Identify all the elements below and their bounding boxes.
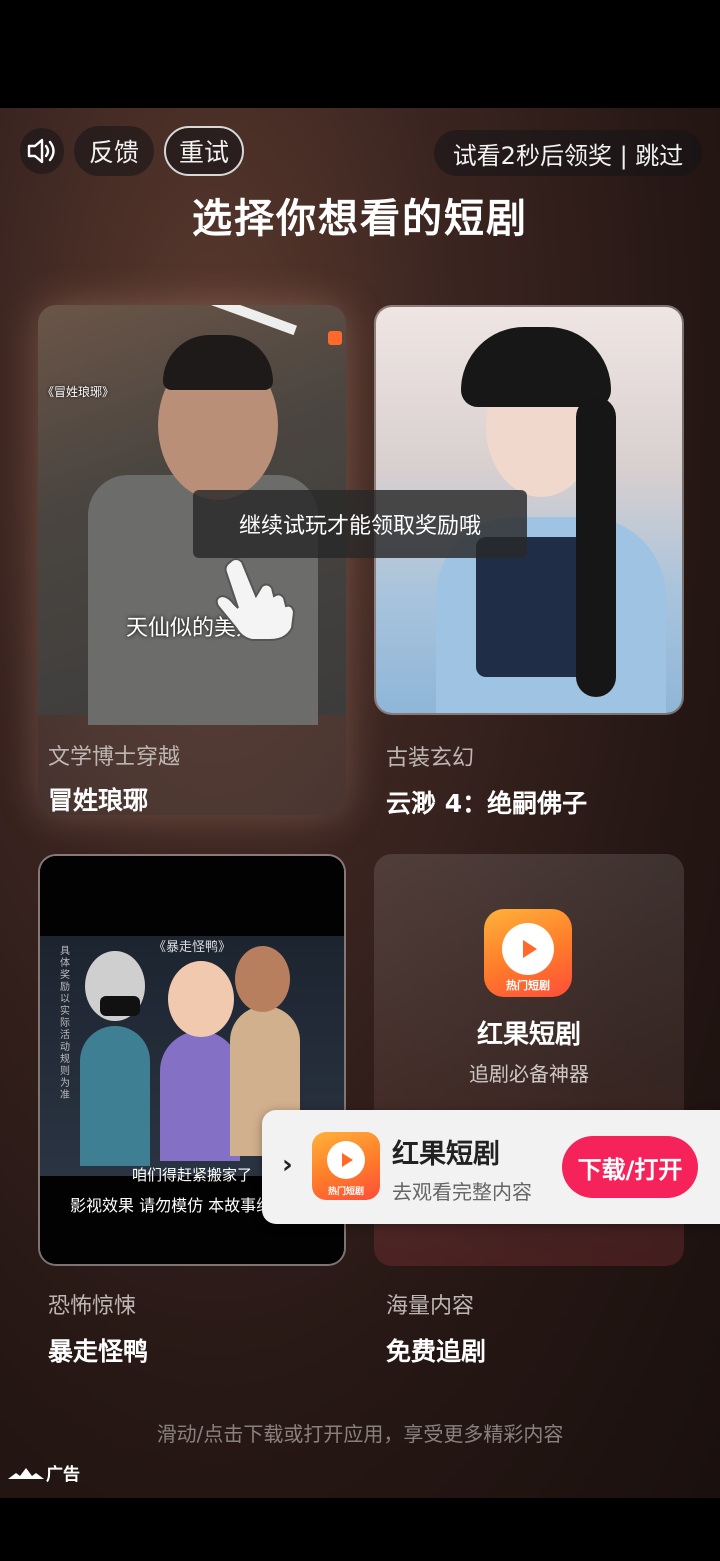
reward-toast: 继续试玩才能领取奖励哦 bbox=[193, 490, 527, 558]
drama-card-1[interactable]: 《冒姓琅琊》 天仙似的美人 文学博士穿越 冒姓琅琊 bbox=[38, 305, 346, 815]
card-title: 免费追剧 bbox=[386, 1337, 487, 1366]
retry-button[interactable]: 重试 bbox=[164, 126, 244, 176]
chevron-right-icon[interactable]: › bbox=[282, 1150, 293, 1180]
app-icon: 热门短剧 bbox=[484, 909, 572, 997]
bottom-hint: 滑动/点击下载或打开应用，享受更多精彩内容 bbox=[156, 1422, 564, 1446]
card-title: 冒姓琅琊 bbox=[48, 786, 149, 815]
card-genre: 文学博士穿越 bbox=[48, 745, 181, 770]
tap-hand-icon bbox=[215, 558, 296, 641]
icon-caption: 热门短剧 bbox=[506, 979, 550, 992]
ad-container: 反馈 重试 试看2秒后领奖 | 跳过 选择你想看的短剧 《冒姓琅琊》 天仙似的美… bbox=[0, 108, 720, 1498]
video-disclaimer: 影视效果 请勿模仿 本故事纯 bbox=[70, 1196, 273, 1215]
feedback-button[interactable]: 反馈 bbox=[74, 126, 154, 176]
video-subtitle: 天仙似的美人 bbox=[125, 616, 258, 641]
download-banner[interactable]: › 热门短剧 红果短剧 去观看完整内容 下载/打开 bbox=[262, 1110, 720, 1224]
card-genre: 古装玄幻 bbox=[386, 746, 475, 771]
sound-toggle-button[interactable] bbox=[20, 128, 64, 174]
drama-title-overlay: 《暴走怪鸭》 bbox=[152, 940, 231, 955]
page-title: 选择你想看的短剧 bbox=[192, 196, 528, 242]
card-genre: 恐怖惊悚 bbox=[48, 1294, 137, 1319]
app-slogan: 追剧必备神器 bbox=[469, 1062, 589, 1086]
play-icon bbox=[502, 923, 554, 975]
play-icon bbox=[327, 1141, 365, 1179]
card-genre: 海量内容 bbox=[386, 1294, 475, 1319]
drama-tag: 《冒姓琅琊》 bbox=[42, 385, 115, 399]
ad-label-text: 广告 bbox=[46, 1465, 80, 1485]
ad-label: 广告 bbox=[8, 1460, 80, 1485]
icon-caption: 热门短剧 bbox=[327, 1187, 364, 1197]
speaker-icon bbox=[27, 138, 55, 164]
app-icon: 热门短剧 bbox=[312, 1132, 380, 1200]
channel-logo-icon bbox=[328, 331, 342, 345]
app-name: 红果短剧 bbox=[476, 1020, 581, 1050]
card-title: 云渺 4：绝嗣佛子 bbox=[386, 789, 588, 818]
skip-button[interactable]: 试看2秒后领奖 | 跳过 bbox=[434, 130, 702, 176]
banner-description: 去观看完整内容 bbox=[392, 1180, 532, 1204]
download-open-button[interactable]: 下载/打开 bbox=[562, 1136, 698, 1198]
banner-app-name: 红果短剧 bbox=[392, 1139, 500, 1170]
card-title: 暴走怪鸭 bbox=[48, 1337, 149, 1366]
ad-logo-icon bbox=[8, 1467, 44, 1479]
disclaimer-text: 具体奖励以实际活动规则为准 bbox=[60, 946, 70, 1101]
